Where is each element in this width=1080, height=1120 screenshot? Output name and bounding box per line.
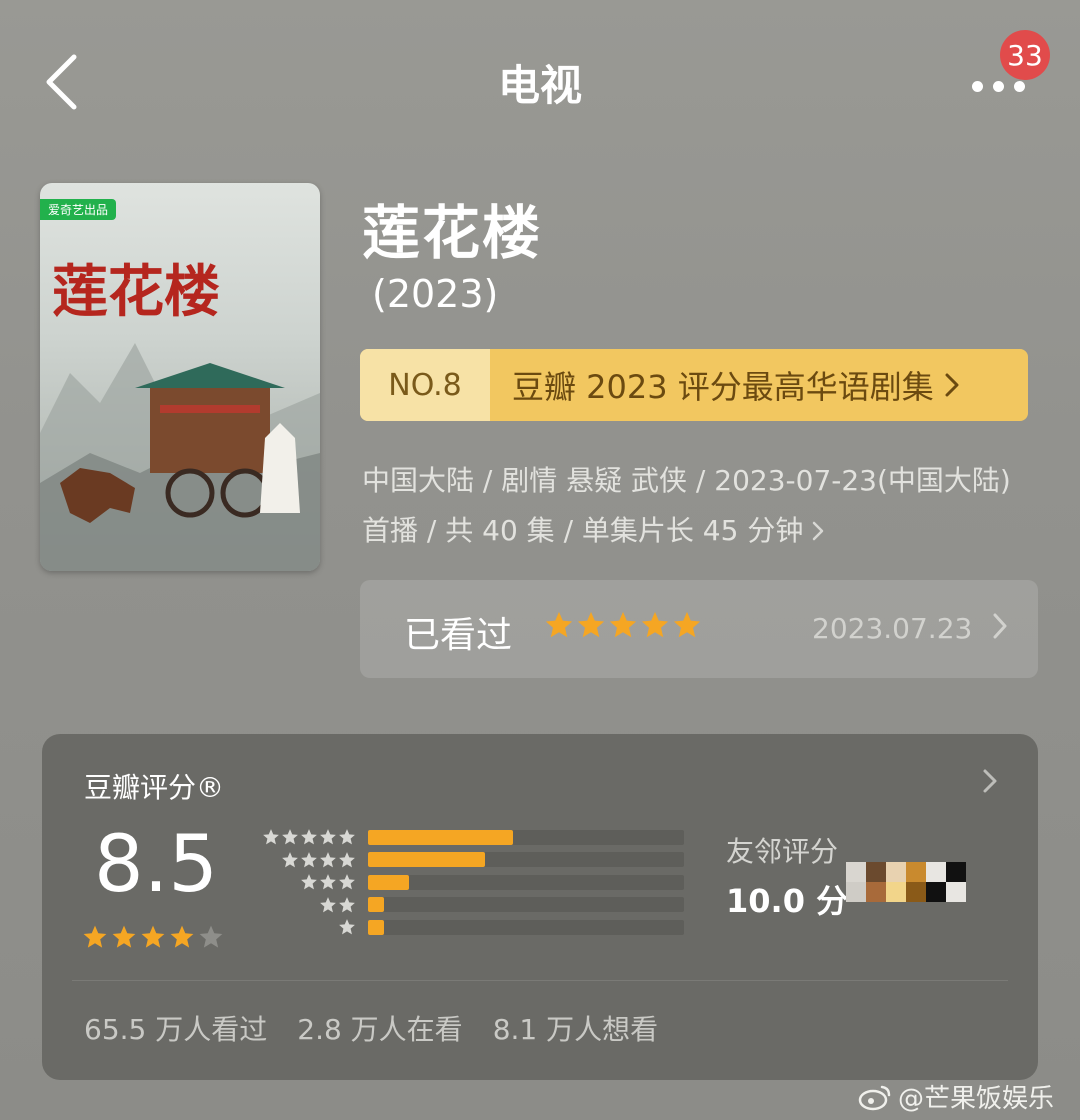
watching-count[interactable]: 2.8 万人在看: [297, 1008, 462, 1048]
distribution-stars: [256, 851, 356, 869]
douban-rating-card: 豆瓣评分® 8.5 友邻评分 10.0 分 65.5 万人看过 2.8 万人在看…: [42, 734, 1038, 1080]
star-icon: [112, 925, 136, 948]
rating-title: 豆瓣评分®: [84, 771, 225, 804]
audience-counts: 65.5 万人看过 2.8 万人在看 8.1 万人想看: [84, 1008, 658, 1048]
ranking-text: 豆瓣 2023 评分最高华语剧集: [512, 368, 934, 406]
star-icon: [320, 829, 336, 845]
star-icon: [545, 611, 573, 638]
page-title: 电视: [497, 61, 582, 110]
more-dot-icon: [992, 80, 1004, 92]
distribution-row: [256, 849, 684, 872]
star-icon: [320, 874, 336, 890]
weibo-icon: [858, 1085, 891, 1110]
distribution-bar: [368, 919, 384, 935]
star-icon: [339, 919, 355, 935]
notification-badge: 33: [1000, 30, 1050, 80]
divider: [72, 980, 1008, 981]
show-poster[interactable]: 爱奇艺出品 莲花楼: [40, 183, 320, 571]
watermark: @芒果饭娱乐: [858, 1078, 1054, 1115]
distribution-track: [368, 829, 684, 845]
wish-count[interactable]: 8.1 万人想看: [493, 1008, 658, 1048]
star-icon: [673, 611, 701, 638]
star-icon: [339, 829, 355, 845]
neighbor-rating-score: 10.0 分: [726, 882, 849, 920]
star-icon: [263, 829, 279, 845]
neighbor-avatars[interactable]: [846, 862, 966, 902]
distribution-stars: [256, 896, 356, 914]
star-icon: [641, 611, 669, 638]
watched-status-card[interactable]: 已看过 2023.07.23: [360, 580, 1038, 678]
watermark-text: @芒果饭娱乐: [898, 1084, 1055, 1114]
star-icon: [199, 925, 223, 948]
distribution-stars: [256, 828, 356, 846]
star-icon: [301, 851, 317, 868]
distribution-stars: [256, 873, 356, 891]
more-dot-icon: [971, 80, 983, 92]
distribution-row: [256, 894, 684, 917]
star-icon: [141, 925, 165, 948]
rating-stars: [82, 924, 224, 950]
show-meta-info[interactable]: 中国大陆 / 剧情 悬疑 武侠 / 2023-07-23(中国大陆) 首播 / …: [362, 456, 1032, 556]
star-icon: [609, 611, 637, 638]
ranking-banner-content: 豆瓣 2023 评分最高华语剧集: [490, 349, 1028, 421]
distribution-row: [256, 916, 684, 939]
star-icon: [301, 874, 317, 890]
star-icon: [339, 896, 355, 913]
ranking-banner[interactable]: NO.8 豆瓣 2023 评分最高华语剧集: [360, 349, 1028, 421]
distribution-bar: [368, 897, 384, 913]
distribution-track: [368, 852, 684, 868]
distribution-bar: [368, 852, 485, 868]
user-rating-stars: [544, 610, 702, 640]
rank-number: NO.8: [360, 349, 490, 421]
chevron-right-icon: [813, 521, 824, 541]
distribution-bar: [368, 874, 410, 890]
show-title: 莲花楼: [362, 199, 543, 267]
distribution-stars: [256, 918, 356, 936]
meta-text: 中国大陆 / 剧情 悬疑 武侠 / 2023-07-23(中国大陆) 首播 / …: [362, 464, 1011, 547]
distribution-row: [256, 826, 684, 849]
watched-label: 已看过: [404, 615, 513, 656]
more-dot-icon: [1013, 80, 1025, 92]
watched-count[interactable]: 65.5 万人看过: [84, 1008, 267, 1048]
distribution-row: [256, 871, 684, 894]
star-icon: [301, 829, 317, 845]
star-icon: [170, 925, 194, 948]
chevron-right-icon: [945, 373, 959, 397]
poster-calligraphy-title: 莲花楼: [52, 259, 220, 325]
distribution-track: [368, 874, 684, 890]
poster-artwork: 莲花楼: [40, 259, 320, 571]
rating-distribution: [256, 826, 684, 939]
star-icon: [83, 925, 107, 948]
neighbor-rating-label: 友邻评分: [726, 835, 839, 868]
rating-score: 8.5: [94, 820, 219, 910]
distribution-track: [368, 919, 684, 935]
show-year: (2023): [372, 272, 499, 316]
star-icon: [282, 829, 298, 845]
chevron-right-icon: [993, 613, 1007, 639]
star-icon: [282, 851, 298, 868]
star-icon: [577, 611, 605, 638]
chevron-right-icon[interactable]: [982, 768, 998, 794]
star-icon: [320, 896, 336, 913]
star-icon: [320, 851, 336, 868]
watched-date: 2023.07.23: [812, 612, 973, 645]
distribution-bar: [368, 829, 514, 845]
star-icon: [339, 874, 355, 890]
star-icon: [339, 851, 355, 868]
distribution-track: [368, 897, 684, 913]
